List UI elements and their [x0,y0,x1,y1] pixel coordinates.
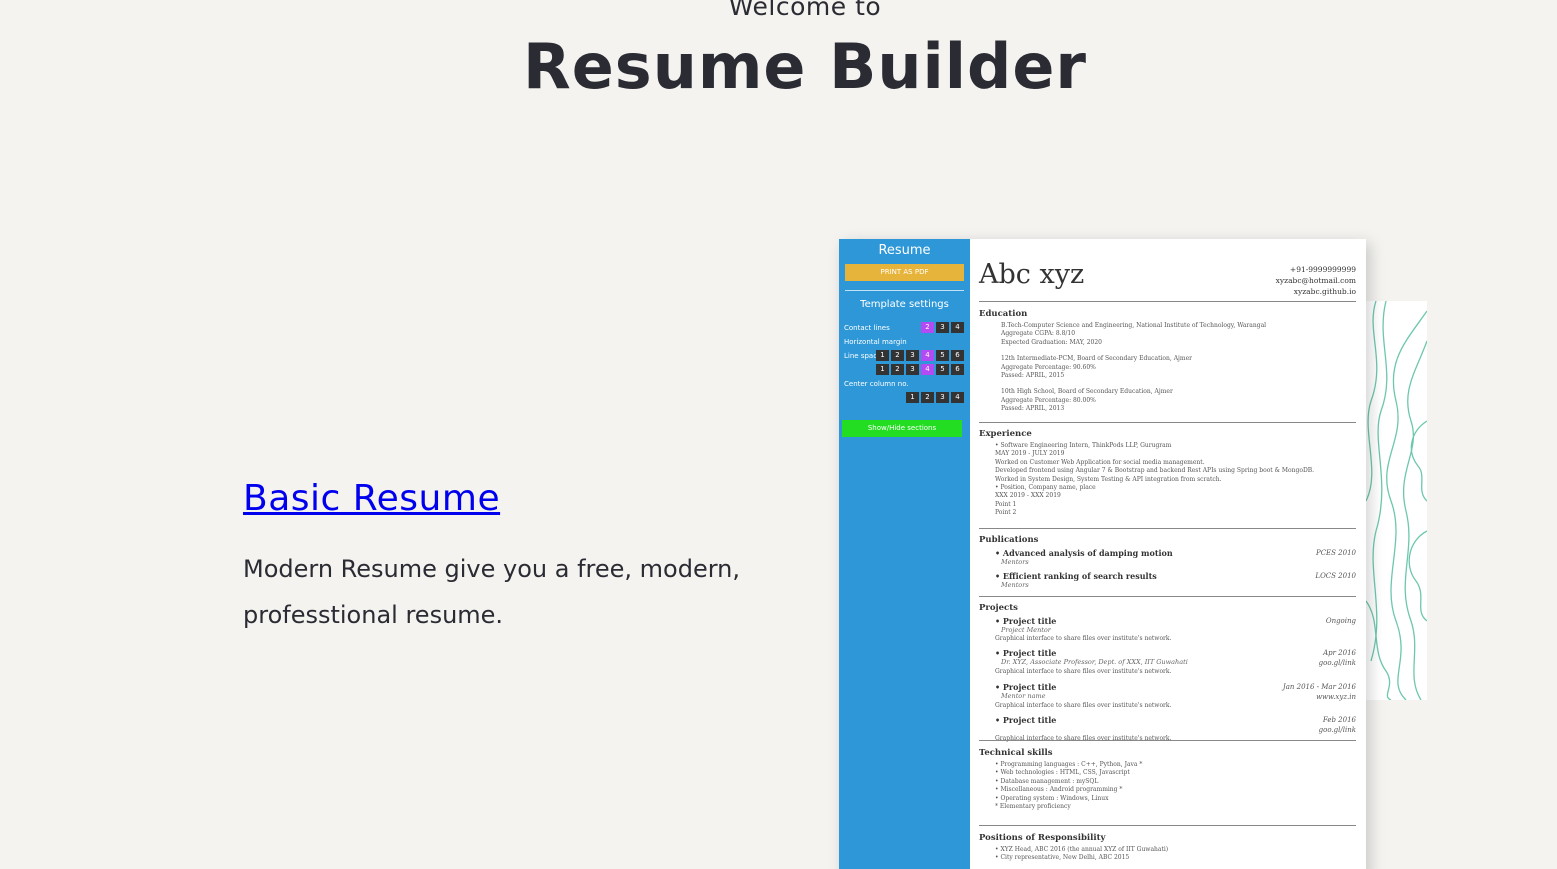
preview-option-button: 2 [921,322,934,333]
preview-publications: Publications • Advanced analysis of damp… [979,535,1356,589]
preview-option-button: 3 [936,322,949,333]
preview-line: 12th Intermediate-PCM, Board of Secondar… [1001,355,1193,363]
preview-line: B.Tech-Computer Science and Engineering,… [1001,322,1267,329]
preview-setting-row: 1234 [844,392,964,404]
preview-line: Aggregate CGPA: 8.8/10 [1001,330,1076,338]
preview-line: • Position, Company name, place [995,484,1096,492]
preview-line [1001,347,1356,355]
preview-line: Developed frontend using Angular 7 & Boo… [995,467,1315,475]
preview-publication: • Efficient ranking of search results LOC… [995,571,1356,581]
preview-option-button: 1 [906,392,919,403]
preview-line: • Software Engineering Intern, ThinkPods… [995,442,1172,449]
preview-line: • Miscellaneous : Android programming * [995,786,1123,794]
preview-project: • Project title Jan 2016 - Mar 2016 Mentor… [995,681,1356,709]
preview-line: • Web technologies : HTML, CSS, Javascri… [995,769,1130,777]
preview-option-button: 3 [906,364,919,375]
preview-option-button: 2 [891,364,904,375]
preview-option-button: 4 [951,322,964,333]
preview-option-button: 3 [936,392,949,403]
preview-setting-row: 123456 [844,364,964,376]
basic-resume-link[interactable]: Basic Resume [243,478,500,519]
preview-projects: Projects • Project title Ongoing Project M… [979,603,1356,743]
preview-name: Abc xyz [979,259,1085,290]
preview-option-button: 6 [951,350,964,361]
preview-line [1001,380,1356,388]
preview-line: XXX 2019 - XXX 2019 [995,492,1061,500]
preview-setting-row: Horizontal margin [844,338,907,346]
preview-project: • Project title Ongoing Project Mentor Grap… [995,616,1356,642]
preview-line: • XYZ Head, ABC 2016 (the annual XYZ of … [995,846,1169,853]
preview-option-button: 5 [936,364,949,375]
preview-line: Passed: APRIL, 2013 [1001,405,1065,413]
preview-line: • Programming languages : C++, Python, J… [995,761,1143,768]
preview-option-button: 4 [951,392,964,403]
topo-pattern-image [1366,301,1427,700]
preview-setting-row: Contact lines 2 3 4 [844,322,964,334]
preview-line: • Database management : mySQL [995,777,1099,785]
preview-education: Education B.Tech-Computer Science and En… [979,309,1356,414]
preview-print-button: PRINT AS PDF [845,264,964,281]
preview-skills: Technical skills • Programming languages… [979,748,1356,811]
preview-show-hide-button: Show/Hide sections [842,420,962,437]
preview-line: • Operating system : Windows, Linux [995,794,1109,802]
page-title: Resume Builder [523,30,1087,103]
preview-settings-title: Template settings [860,299,949,310]
preview-option-button: 4 [921,364,934,375]
preview-line: Worked in System Design, System Testing … [995,475,1222,483]
preview-line: * Elementary proficiency [995,803,1071,811]
preview-sidebar: Resume PRINT AS PDF Template settings Co… [839,239,970,869]
preview-option-button: 5 [936,350,949,361]
preview-line: Point 1 [995,500,1017,508]
preview-responsibility: Positions of Responsibility • XYZ Head, … [979,833,1356,863]
card-description: Modern Resume give you a free, modern, p… [243,555,741,629]
preview-option-button: 1 [876,364,889,375]
preview-option-button: 3 [906,350,919,361]
preview-line: • City representative, New Delhi, ABC 20… [995,854,1130,862]
preview-line: Worked on Customer Web Application for s… [995,458,1205,466]
preview-project: • Project title Apr 2016 Dr. XYZ, Associat… [995,648,1356,676]
preview-line: Passed: APRIL, 2015 [1001,372,1065,380]
preview-setting-row: Center column no. [844,380,909,388]
preview-line: Aggregate Percentage: 90.60% [1001,363,1096,371]
preview-line: 10th High School, Board of Secondary Edu… [1001,388,1173,396]
preview-line: Point 2 [995,509,1017,517]
preview-setting-row: Line spacing 1 2 3 4 5 6 [844,350,964,362]
preview-option-button: 2 [891,350,904,361]
preview-option-button: 4 [921,350,934,361]
preview-option-button: 6 [951,364,964,375]
preview-contact: +91-9999999999 xyzabc@hotmail.com xyzabc… [1275,265,1356,296]
preview-line: MAY 2019 - JULY 2019 [995,450,1065,458]
preview-line: Aggregate Percentage: 80.00% [1001,396,1096,404]
preview-experience: Experience • Software Engineering Intern… [979,429,1356,518]
preview-publication: • Advanced analysis of damping motion PCE… [995,548,1356,558]
preview-sidebar-title: Resume [878,243,931,258]
welcome-text: Welcome to [728,0,882,21]
preview-line: Expected Graduation: MAY, 2020 [1001,338,1102,346]
resume-preview-image: Resume PRINT AS PDF Template settings Co… [839,239,1366,869]
preview-option-button: 1 [876,350,889,361]
preview-option-button: 2 [921,392,934,403]
